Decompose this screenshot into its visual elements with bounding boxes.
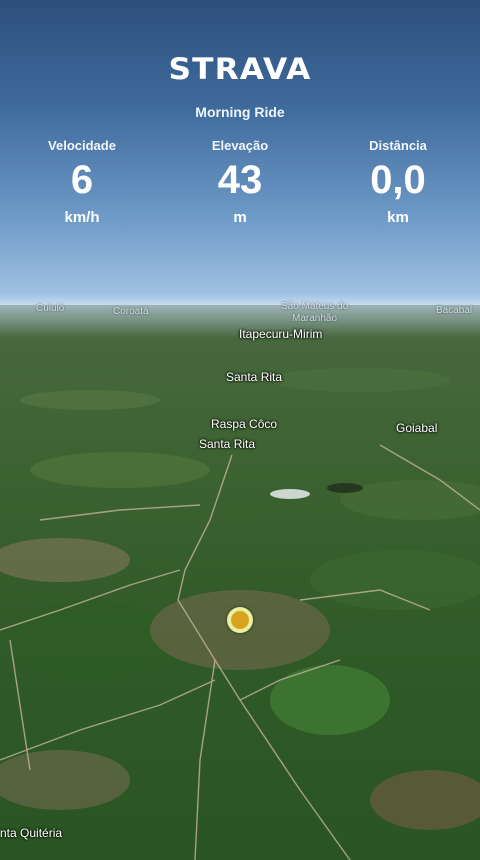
map-label: Bacabal xyxy=(436,305,473,316)
stat-elevation-value: 43 xyxy=(217,158,263,202)
strava-logo: STRAVA xyxy=(168,52,312,86)
map-label: Raspa Côco xyxy=(211,417,278,431)
stat-speed-unit: km/h xyxy=(64,209,100,226)
location-dot-icon[interactable] xyxy=(227,607,253,633)
stat-elevation-label: Elevação xyxy=(211,138,269,153)
stat-speed: Velocidade 6 km/h xyxy=(12,138,152,226)
stat-elevation: Elevação 43 m xyxy=(170,138,310,226)
stat-elevation-unit: m xyxy=(233,209,247,226)
map-label: Cululó xyxy=(36,303,65,314)
stat-speed-value: 6 xyxy=(70,158,94,202)
activity-title: Morning Ride xyxy=(195,104,285,120)
map-label: nta Quitéria xyxy=(0,826,63,840)
stat-distance: Distância 0,0 km xyxy=(328,138,468,226)
map-label: Itapecuru-Mirim xyxy=(239,327,323,341)
map-label: Goiabal xyxy=(396,421,438,435)
map-label: Maranhão xyxy=(292,313,338,324)
stat-distance-label: Distância xyxy=(369,138,427,153)
map-label: Santa Rita xyxy=(226,370,283,384)
location-dot-center xyxy=(231,611,249,629)
stat-speed-label: Velocidade xyxy=(48,138,116,153)
stat-distance-value: 0,0 xyxy=(370,158,426,202)
map-label: São Mateus do xyxy=(281,301,349,312)
stat-distance-unit: km xyxy=(387,209,409,226)
stats-overlay: STRAVA Morning Ride Velocidade 6 km/h El… xyxy=(0,0,480,300)
map-label: Santa Rita xyxy=(199,437,256,451)
map-label: Coroatá xyxy=(113,306,149,317)
